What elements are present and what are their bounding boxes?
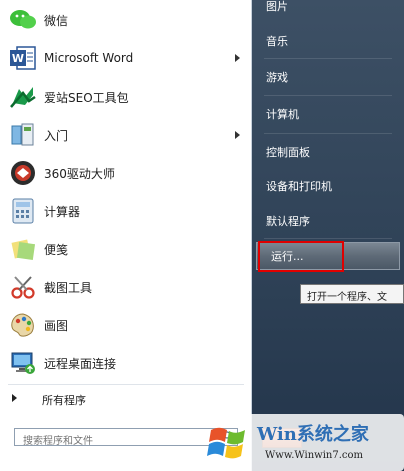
word-icon: W [8,43,38,73]
watermark-url: Www.Winwin7.com [265,450,363,461]
menu-item-label: 截图工具 [44,280,93,295]
right-divider [264,95,392,96]
right-divider [264,238,392,239]
right-item-label: 音乐 [266,35,288,48]
right-item-label: 控制面板 [266,146,310,159]
start-menu-left-pane: 微信 W Microsoft Word 爱站SEO工具包 入门 360驱动大师 … [0,0,252,471]
menu-item-label: 爱站SEO工具包 [44,90,129,105]
menu-item-label: Microsoft Word [44,51,134,65]
watermark-site-name: Win系统之家 [257,424,369,445]
right-item-control-panel[interactable]: 控制面板 [252,138,404,166]
menu-item-label: 计算器 [44,204,81,219]
submenu-arrow-icon[interactable] [235,131,240,139]
menu-item-aizhan-seo[interactable]: 爱站SEO工具包 [0,79,250,115]
watermark: Win系统之家 Www.Winwin7.com [205,412,404,471]
right-item-computer[interactable]: 计算机 [252,100,404,128]
wechat-icon [8,5,38,35]
right-item-label: 计算机 [266,108,299,121]
calculator-icon [8,196,38,226]
menu-item-label: 远程桌面连接 [44,356,117,371]
menu-item-label: 入门 [44,128,69,143]
right-item-pictures[interactable]: 图片 [252,0,404,20]
right-item-label: 默认程序 [266,215,310,228]
run-highlight-box [258,241,344,272]
menu-item-microsoft-word[interactable]: W Microsoft Word [0,40,250,76]
menu-item-360-driver-master[interactable]: 360驱动大师 [0,155,250,191]
menu-divider [8,384,244,385]
menu-item-label: 360驱动大师 [44,166,115,181]
right-item-default-programs[interactable]: 默认程序 [252,207,404,235]
menu-item-wechat[interactable]: 微信 [0,2,250,38]
svg-text:W: W [12,52,24,65]
sticky-notes-icon [8,234,38,264]
menu-item-paint[interactable]: 画图 [0,307,250,343]
search-input[interactable] [21,433,225,450]
right-divider [264,58,392,59]
start-menu-right-pane: 图片 音乐 游戏 计算机 控制面板 设备和打印机 默认程序 运行... [252,0,404,471]
menu-item-remote-desktop[interactable]: 远程桌面连接 [0,345,250,381]
all-programs-label: 所有程序 [42,394,86,407]
menu-item-label: 便笺 [44,242,69,257]
snipping-tool-icon [8,272,38,302]
aizhan-seo-icon [8,82,38,112]
menu-item-label: 微信 [44,13,69,28]
menu-item-snipping-tool[interactable]: 截图工具 [0,269,250,305]
menu-item-sticky-notes[interactable]: 便笺 [0,231,250,267]
windows-logo-icon [207,427,245,459]
right-item-games[interactable]: 游戏 [252,63,404,91]
right-item-label: 游戏 [266,71,288,84]
right-divider [264,133,392,134]
right-item-label: 设备和打印机 [266,180,332,193]
submenu-arrow-icon[interactable] [235,54,240,62]
right-item-label: 图片 [266,0,288,13]
remote-desktop-icon [8,348,38,378]
all-programs-button[interactable]: 所有程序 [0,386,250,412]
expand-arrow-icon [12,394,17,402]
run-tooltip: 打开一个程序、文 [300,284,404,304]
getting-started-icon [8,120,38,150]
menu-item-label: 画图 [44,318,69,333]
paint-icon [8,310,38,340]
right-item-devices-printers[interactable]: 设备和打印机 [252,172,404,200]
menu-item-calculator[interactable]: 计算器 [0,193,250,229]
menu-item-getting-started[interactable]: 入门 [0,117,250,153]
driver-master-icon [8,158,38,188]
right-item-music[interactable]: 音乐 [252,27,404,55]
